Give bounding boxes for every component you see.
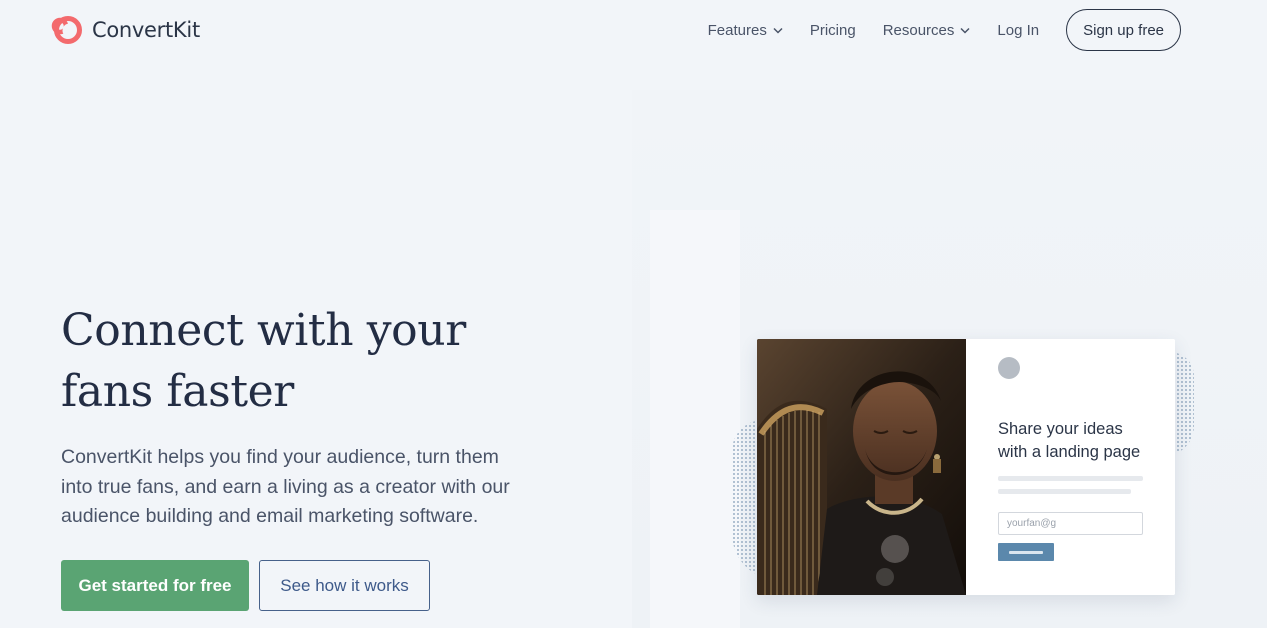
hero-description: ConvertKit helps you find your audience,… bbox=[61, 446, 510, 527]
nav-item-features[interactable]: Features bbox=[708, 22, 783, 39]
hero-title: Connect with your fans faster bbox=[61, 300, 561, 422]
hero-title-line1: Connect with your bbox=[61, 305, 466, 356]
subscribe-button[interactable] bbox=[998, 543, 1054, 561]
nav-item-pricing[interactable]: Pricing bbox=[810, 22, 856, 39]
placeholder-text-line bbox=[998, 489, 1131, 494]
hero-title-line2: fans faster bbox=[61, 366, 294, 417]
harpist-photo bbox=[757, 339, 966, 595]
site-header: ConvertKit Features Pricing Resources Lo… bbox=[0, 0, 1267, 62]
avatar bbox=[998, 357, 1020, 379]
nav-item-login[interactable]: Log In bbox=[997, 22, 1039, 39]
nav-item-label: Pricing bbox=[809, 21, 856, 39]
subscribe-button-label-placeholder bbox=[1009, 550, 1043, 554]
chevron-down-icon bbox=[960, 27, 970, 34]
placeholder-text-line bbox=[998, 476, 1143, 481]
nav-item-resources[interactable]: Resources bbox=[883, 22, 971, 39]
get-started-button[interactable]: Get started for free bbox=[61, 560, 249, 611]
nav-item-label: Features bbox=[707, 21, 767, 39]
landing-page-heading: Share your ideas with a landing page bbox=[998, 418, 1168, 463]
nav-item-label: Log In bbox=[997, 21, 1040, 39]
main-nav: Features Pricing Resources Log In Sign u… bbox=[708, 9, 1181, 51]
brand-logo[interactable]: ConvertKit bbox=[51, 14, 200, 46]
brand-name: ConvertKit bbox=[92, 18, 200, 42]
convertkit-logo-icon bbox=[51, 16, 82, 44]
landing-page-heading-line2: with a landing page bbox=[998, 442, 1141, 461]
chevron-down-icon bbox=[773, 27, 783, 34]
see-how-it-works-button[interactable]: See how it works bbox=[259, 560, 430, 611]
nav-item-label: Resources bbox=[882, 21, 955, 39]
signup-button[interactable]: Sign up free bbox=[1066, 9, 1181, 51]
landing-page-preview-card: Share your ideas with a landing page bbox=[757, 339, 1175, 595]
email-field[interactable] bbox=[998, 512, 1143, 535]
landing-page-heading-line1: Share your ideas bbox=[998, 420, 1123, 438]
landing-page-form: Share your ideas with a landing page bbox=[966, 339, 1175, 595]
harpist-illustration bbox=[757, 339, 966, 595]
